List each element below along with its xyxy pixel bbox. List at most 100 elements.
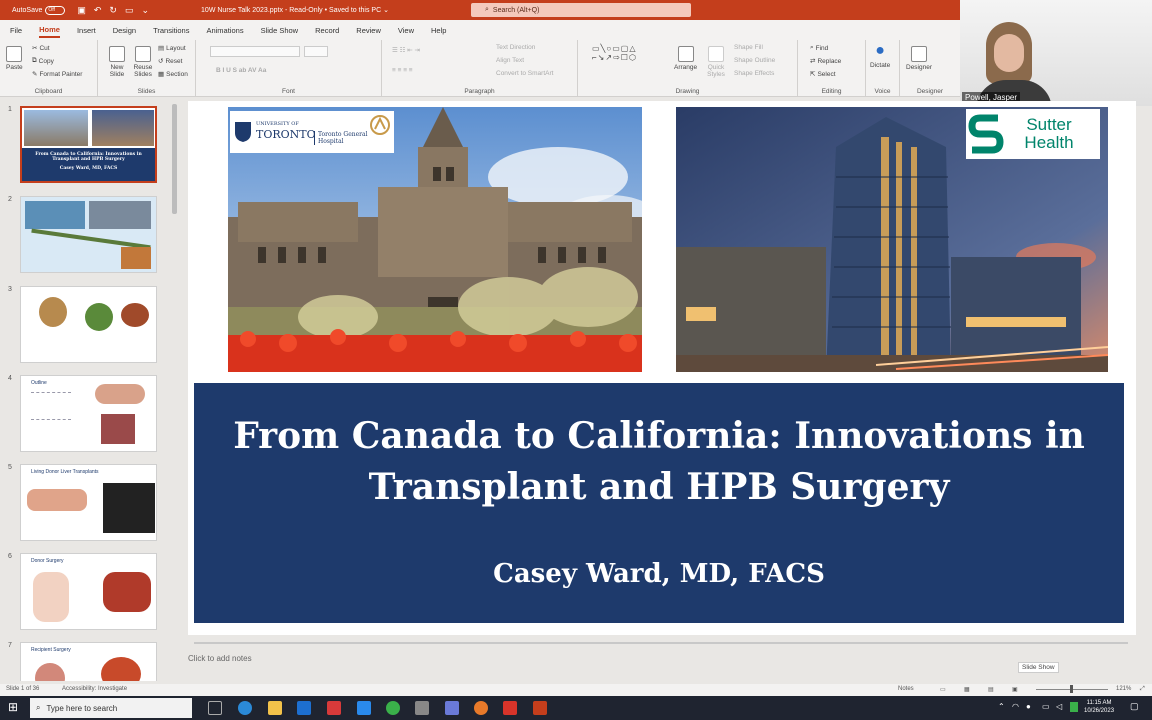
present-icon[interactable]: ▭ xyxy=(125,5,134,16)
clipboard-group: Paste ✂ Cut ⧉ Copy ✎ Format Painter Clipboa… xyxy=(0,40,98,97)
zoom-icon[interactable] xyxy=(357,701,371,715)
thumb-organ xyxy=(95,384,145,404)
clock-time: 11:15 AM xyxy=(1086,700,1112,706)
cut-icon: ✂ xyxy=(32,45,38,52)
tab-home[interactable]: Home xyxy=(39,23,60,38)
dictate-button[interactable]: ● Dictate xyxy=(870,42,890,69)
acrobat-icon[interactable] xyxy=(503,701,517,715)
fit-slide-icon[interactable]: ⤢ xyxy=(1140,686,1145,693)
app-icon[interactable] xyxy=(445,701,459,715)
thumbnails-scrollbar[interactable] xyxy=(172,104,177,214)
customize-qat-icon[interactable]: ⌄ xyxy=(141,5,149,16)
thumb-heading: Recipient Surgery xyxy=(31,647,71,653)
search-icon: ⌕ xyxy=(36,703,41,712)
align-text-button[interactable]: Align Text xyxy=(496,57,524,64)
thumb-photo xyxy=(25,201,85,229)
thumb-scans xyxy=(103,483,155,533)
convert-smartart-button[interactable]: Convert to SmartArt xyxy=(496,70,553,77)
powerpoint-icon[interactable] xyxy=(533,701,547,715)
app-icon[interactable] xyxy=(415,701,429,715)
edge-icon[interactable] xyxy=(238,701,252,715)
firefox-icon[interactable] xyxy=(474,701,488,715)
tray-app-icon[interactable] xyxy=(1070,702,1078,712)
editing-group: ⌕ Find ⇄ Replace ⇱ Select Editing xyxy=(798,40,866,97)
tray-battery-icon[interactable]: ▭ xyxy=(1042,702,1050,711)
microphone-icon: ● xyxy=(875,42,885,59)
font-style-buttons[interactable]: B I U S ab AV Aa xyxy=(216,67,266,74)
chrome-icon[interactable] xyxy=(386,701,400,715)
slide-canvas[interactable]: UNIVERSITY OF TORONTO Toronto General Ho… xyxy=(188,101,1136,635)
save-icon[interactable]: ▣ xyxy=(77,5,86,16)
shapes-gallery[interactable]: ▭╲○▭▢△ ⌐↘↗⇨☐⬡ xyxy=(592,44,637,62)
tab-view[interactable]: View xyxy=(398,24,414,37)
reuse-slides-button[interactable]: Reuse Slides xyxy=(130,46,156,78)
bullets-button[interactable]: ☰ ☷ ⇤ ⇥ xyxy=(392,46,420,54)
webcam-video: Powell, Jasper xyxy=(960,0,1152,106)
arrange-button[interactable]: Arrange xyxy=(674,46,697,71)
tab-slide-show[interactable]: Slide Show xyxy=(261,24,299,37)
slideshow-view-icon[interactable]: ▣ xyxy=(1012,686,1018,693)
thumb-heading: Living Donor Liver Transplants xyxy=(31,469,99,475)
format-painter-button[interactable]: ✎ Format Painter xyxy=(32,70,82,79)
tab-help[interactable]: Help xyxy=(431,24,446,37)
slide-horizontal-scrollbar[interactable] xyxy=(188,640,1136,646)
normal-view-icon[interactable]: ▭ xyxy=(940,686,946,693)
file-explorer-icon[interactable] xyxy=(268,701,282,715)
new-slide-button[interactable]: New Slide xyxy=(104,46,130,78)
autosave-toggle[interactable]: AutoSave Off xyxy=(12,5,66,15)
copy-button[interactable]: ⧉ Copy xyxy=(32,57,54,65)
tab-animations[interactable]: Animations xyxy=(206,24,243,37)
undo-icon[interactable]: ↶ xyxy=(94,5,102,16)
shape-fill-button[interactable]: Shape Fill xyxy=(734,44,763,51)
select-button[interactable]: ⇱ Select xyxy=(810,70,836,79)
document-title[interactable]: 10W Nurse Talk 2023.pptx - Read-Only • S… xyxy=(201,6,389,14)
shape-outline-button[interactable]: Shape Outline xyxy=(734,57,775,64)
tray-chevron-icon[interactable]: ⌃ xyxy=(998,702,1005,711)
paste-button[interactable]: Paste xyxy=(6,46,23,71)
tab-design[interactable]: Design xyxy=(113,24,136,37)
layout-button[interactable]: ▤ Layout xyxy=(158,44,186,53)
task-view-icon[interactable] xyxy=(208,701,222,715)
section-button[interactable]: ▦ Section xyxy=(158,70,188,79)
text-direction-button[interactable]: Text Direction xyxy=(496,44,535,51)
tab-transitions[interactable]: Transitions xyxy=(153,24,189,37)
replace-icon: ⇄ xyxy=(810,58,816,65)
align-buttons[interactable]: ≡ ≡ ≡ ≡ xyxy=(392,67,413,74)
search-box[interactable]: ⌕ Search (Alt+Q) xyxy=(471,3,691,17)
font-name-dropdown[interactable] xyxy=(210,46,300,57)
slide-sorter-icon[interactable]: ▦ xyxy=(964,686,970,693)
tab-file[interactable]: File xyxy=(10,24,22,37)
find-button[interactable]: ⌕ Find xyxy=(810,44,828,52)
font-size-dropdown[interactable] xyxy=(304,46,328,57)
tray-mic-icon[interactable]: ● xyxy=(1026,702,1031,711)
shape-effects-button[interactable]: Shape Effects xyxy=(734,70,774,77)
taskbar-search[interactable]: ⌕ Type here to search xyxy=(30,698,192,718)
quick-styles-button[interactable]: Quick Styles xyxy=(704,46,728,78)
zoom-level[interactable]: 121% xyxy=(1116,686,1131,692)
app-icon[interactable] xyxy=(327,701,341,715)
reading-view-icon[interactable]: ▤ xyxy=(988,686,994,693)
designer-button[interactable]: Designer xyxy=(906,46,932,71)
notes-button[interactable]: Notes xyxy=(898,686,914,692)
tray-network-icon[interactable]: ◠ xyxy=(1012,702,1019,711)
tab-record[interactable]: Record xyxy=(315,24,339,37)
outlook-icon[interactable] xyxy=(297,701,311,715)
redo-icon[interactable]: ↻ xyxy=(109,5,117,16)
slide-title[interactable]: From Canada to California: Innovations i… xyxy=(194,411,1124,513)
slide-author[interactable]: Casey Ward, MD, FACS xyxy=(194,559,1124,589)
tab-insert[interactable]: Insert xyxy=(77,24,96,37)
tray-volume-icon[interactable]: ◁ xyxy=(1056,702,1062,711)
notes-placeholder[interactable]: Click to add notes xyxy=(188,654,252,663)
accessibility-status[interactable]: Accessibility: Investigate xyxy=(62,686,127,692)
zoom-slider-handle[interactable] xyxy=(1070,685,1073,693)
reset-button[interactable]: ↺ Reset xyxy=(158,57,182,66)
windows-start-icon[interactable]: ⊞ xyxy=(8,700,18,714)
taskbar-search-placeholder: Type here to search xyxy=(46,703,118,713)
taskbar-clock[interactable]: 11:15 AM 10/26/2023 xyxy=(1084,699,1114,715)
slide-number: 3 xyxy=(8,286,12,293)
cut-button[interactable]: ✂ Cut xyxy=(32,44,50,53)
replace-button[interactable]: ⇄ Replace xyxy=(810,57,841,66)
autosave-switch[interactable]: Off xyxy=(45,5,66,15)
notifications-icon[interactable]: ▢ xyxy=(1130,701,1139,712)
tab-review[interactable]: Review xyxy=(356,24,381,37)
